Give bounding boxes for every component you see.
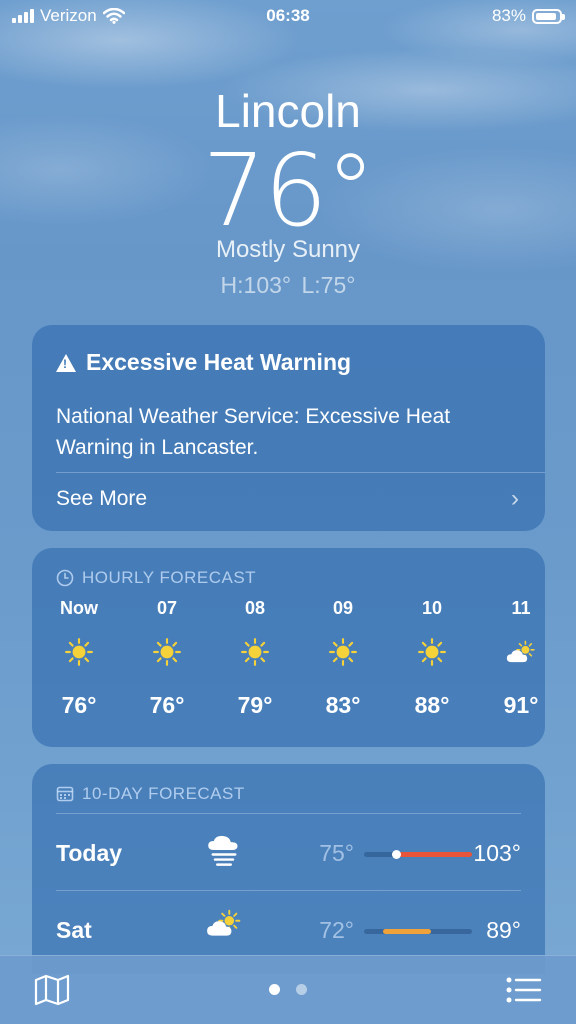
- high-low-text: H:103° L:75°: [220, 272, 356, 298]
- temp-range-bar: [364, 850, 472, 859]
- status-bar: Verizon 06:38 83%: [0, 0, 576, 32]
- status-time: 06:38: [266, 6, 310, 25]
- chevron-right-icon[interactable]: ›: [511, 485, 519, 513]
- see-more-link[interactable]: See More: [56, 487, 147, 511]
- day-low: 75°: [319, 840, 354, 866]
- sun-icon: [400, 622, 464, 682]
- fog-icon: [206, 832, 242, 874]
- alert-body: National Weather Service: Excessive Heat…: [56, 405, 451, 459]
- divider: [56, 472, 545, 473]
- hour-label: 11: [511, 598, 531, 618]
- day-name: Today: [56, 840, 123, 866]
- hour-label: Now: [60, 598, 98, 618]
- current-temperature: 76°: [202, 132, 375, 249]
- hour-item: Now 76°: [47, 598, 111, 719]
- hour-item: 08 79°: [223, 598, 287, 719]
- divider: [56, 890, 521, 891]
- hour-temp: 88°: [414, 692, 450, 718]
- battery-icon: [532, 8, 565, 24]
- hour-temp: 76°: [149, 692, 185, 718]
- hour-temp: 79°: [237, 692, 273, 718]
- page-indicator[interactable]: [0, 984, 576, 995]
- temp-range-fill: [396, 852, 472, 857]
- page-dot[interactable]: [296, 984, 307, 995]
- hourly-header-label: HOURLY FORECAST: [82, 568, 257, 587]
- list-icon[interactable]: [506, 976, 542, 1004]
- condition-text: Mostly Sunny: [215, 236, 361, 263]
- sun-icon: [223, 622, 287, 682]
- battery-percent: 83%: [491, 6, 526, 25]
- alert-title-row: Excessive Heat Warning: [56, 349, 351, 376]
- hour-item: 07 76°: [135, 598, 199, 719]
- temp-range-bar: [364, 929, 472, 934]
- daily-header-label: 10-DAY FORECAST: [82, 784, 245, 803]
- city-name: Lincoln: [215, 85, 361, 137]
- sun-icon: [47, 622, 111, 682]
- hour-label: 07: [156, 598, 178, 618]
- hour-label: 10: [421, 598, 443, 618]
- alert-title: Excessive Heat Warning: [86, 349, 352, 375]
- page-dot-current[interactable]: [269, 984, 280, 995]
- day-high: 103°: [473, 840, 521, 866]
- hour-temp: 76°: [61, 692, 97, 718]
- hour-temp: 83°: [325, 692, 361, 718]
- hour-item: 09 83°: [311, 598, 375, 719]
- hour-label: 08: [244, 598, 266, 618]
- current-temp-dot: [392, 850, 402, 859]
- sun-icon: [135, 622, 199, 682]
- day-low: 72°: [319, 917, 354, 943]
- partly-cloudy-icon: [206, 909, 242, 944]
- calendar-icon: [56, 786, 74, 802]
- hourly-forecast-card[interactable]: HOURLY FORECAST Now 76° 07 76° 08 79° 09 83…: [32, 548, 545, 747]
- bottom-toolbar: [0, 955, 576, 1024]
- hour-label: 09: [332, 598, 354, 618]
- daily-header: 10-DAY FORECAST: [56, 784, 245, 804]
- day-row[interactable]: Today 75° 103°: [56, 832, 521, 872]
- heat-warning-card[interactable]: Excessive Heat Warning National Weather …: [32, 325, 545, 531]
- hourly-header: HOURLY FORECAST: [56, 568, 256, 588]
- divider: [56, 813, 521, 814]
- status-right: 83%: [491, 6, 565, 26]
- warning-icon: [56, 353, 76, 372]
- day-high: 89°: [486, 917, 521, 943]
- sun-icon: [311, 622, 375, 682]
- hour-item: 11 91°: [489, 598, 553, 719]
- partly-cloudy-icon: [489, 622, 553, 682]
- hour-item: 10 88°: [400, 598, 464, 719]
- clock-icon: [56, 569, 74, 587]
- hour-temp: 91°: [503, 692, 539, 718]
- day-row[interactable]: Sat 72° 89°: [56, 909, 521, 949]
- temp-range-fill: [383, 929, 431, 934]
- day-name: Sat: [56, 917, 92, 943]
- daily-forecast-card[interactable]: 10-DAY FORECAST Today 75° 103° Sat 72° 89…: [32, 764, 545, 974]
